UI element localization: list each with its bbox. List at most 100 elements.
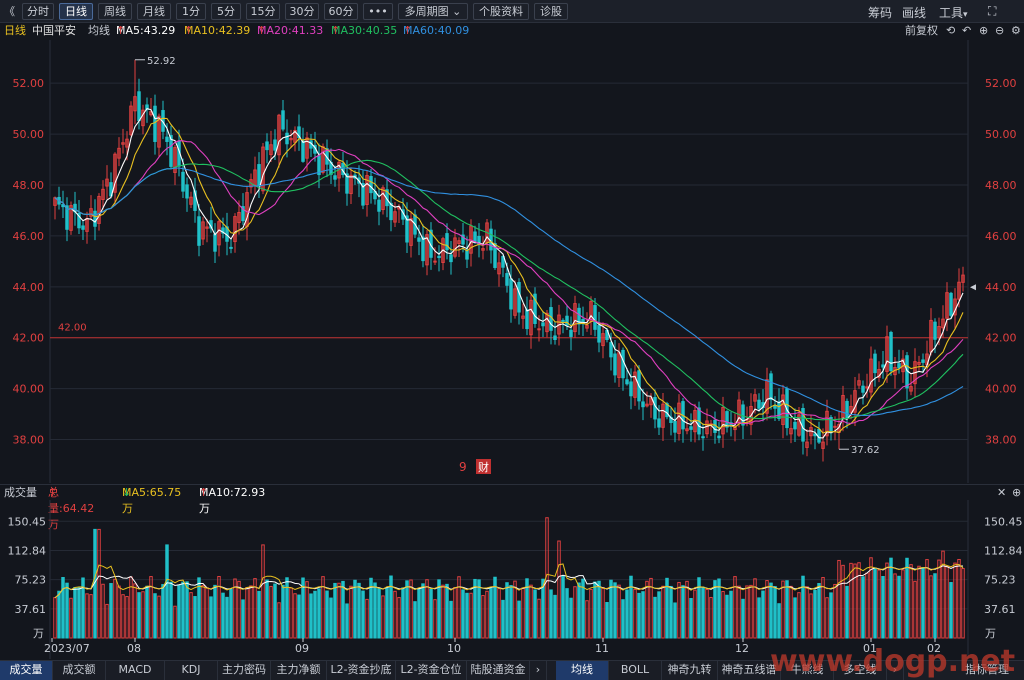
volume-bar — [717, 578, 721, 639]
candle-body — [273, 139, 277, 151]
tab-l2-position[interactable]: L2-资金仓位 — [396, 661, 467, 680]
stock-info-button[interactable]: 个股资料 — [473, 3, 529, 20]
volume-bar — [789, 585, 793, 639]
volume-bar — [465, 592, 469, 639]
candle-body — [845, 400, 849, 419]
candle-body — [541, 322, 545, 327]
volume-bar — [741, 598, 745, 639]
period-1min-button[interactable]: 1分 — [176, 3, 206, 20]
candle-body — [369, 175, 373, 194]
add-icon[interactable]: ⊕ — [1012, 485, 1021, 501]
more-periods-button[interactable]: ••• — [363, 3, 393, 20]
collapse-icon[interactable]: 《 — [4, 3, 15, 19]
multi-period-label: 多周期图 — [404, 5, 449, 18]
tab-turnover[interactable]: 成交额 — [53, 661, 106, 680]
volume-bar — [441, 584, 445, 639]
candle-body — [537, 328, 541, 331]
volume-bar — [733, 576, 737, 639]
ma-label[interactable]: 均线 — [88, 22, 110, 39]
volume-bar — [117, 585, 121, 639]
candle-body — [641, 401, 645, 408]
volume-bar — [505, 582, 509, 639]
volume-bar — [57, 590, 61, 639]
period-monthly-button[interactable]: 月线 — [137, 3, 171, 20]
period-daily-button[interactable]: 日线 — [59, 3, 93, 20]
tools-button[interactable]: 工具▾ — [939, 4, 968, 21]
candle-body — [889, 331, 893, 372]
candle-body — [597, 325, 601, 343]
volume-bar — [449, 600, 453, 639]
volume-bar — [101, 583, 105, 639]
volume-bar — [709, 596, 713, 639]
tab-l2-bottom[interactable]: L2-资金抄底 — [327, 661, 396, 680]
volume-bar — [889, 557, 893, 639]
tab-volume[interactable]: 成交量 — [0, 661, 53, 680]
x-tick-label: 2023/07 — [44, 642, 90, 655]
volume-bar — [157, 595, 161, 639]
volume-bar — [373, 582, 377, 639]
volume-bar — [269, 585, 273, 639]
volume-bar — [829, 592, 833, 639]
back-icon[interactable]: ↶ — [962, 22, 971, 39]
candle-body — [213, 233, 217, 252]
adjust-button[interactable]: 前复权 — [905, 22, 938, 39]
period-fenshi-button[interactable]: 分时 — [22, 3, 54, 20]
volume-bar — [509, 585, 513, 639]
volume-bar — [221, 592, 225, 639]
volume-bar — [209, 596, 213, 639]
volume-bar — [165, 544, 169, 639]
zoom-out-icon[interactable]: ⊖ — [995, 22, 1004, 39]
volume-bar — [85, 593, 89, 639]
volume-bar — [333, 582, 337, 639]
tab-magic-nine[interactable]: 神奇九转 — [662, 661, 718, 680]
vol-y-tick-right: 112.84 — [984, 544, 1023, 557]
candle-body — [229, 246, 233, 249]
volume-bar — [345, 603, 349, 639]
diagnose-button[interactable]: 诊股 — [534, 3, 568, 20]
volume-bar — [585, 600, 589, 639]
period-5min-button[interactable]: 5分 — [211, 3, 241, 20]
watermark: www.dogp.net — [770, 644, 1016, 679]
volume-bar — [133, 583, 137, 639]
tab-macd[interactable]: MACD — [106, 661, 165, 680]
close-icon[interactable]: ✕ — [997, 485, 1006, 501]
y-tick-left: 44.00 — [13, 281, 45, 294]
volume-chart[interactable]: 150.45 150.45 112.84 112.84 75.23 75.23 37.61 3… — [0, 500, 1024, 659]
volume-bar — [305, 581, 309, 639]
volume-bar — [721, 591, 725, 639]
draw-line-button[interactable]: 画线 — [902, 4, 926, 21]
multi-period-button[interactable]: 多周期图 ⌄ — [398, 3, 468, 20]
volume-bar — [713, 580, 717, 639]
chips-button[interactable]: 筹码 — [868, 4, 892, 21]
period-15min-button[interactable]: 15分 — [246, 3, 280, 20]
volume-bar — [817, 583, 821, 639]
volume-bar — [381, 595, 385, 639]
volume-bar — [849, 562, 853, 639]
undo-icon[interactable]: ⟲ — [946, 22, 955, 39]
period-weekly-button[interactable]: 周线 — [98, 3, 132, 20]
tab-main-code[interactable]: 主力密码 — [218, 661, 271, 680]
candlestick-chart[interactable]: 52.00 52.00 50.00 50.00 48.00 48.00 46.00 46.00… — [0, 40, 1024, 483]
candle-body — [565, 315, 569, 326]
settings-icon[interactable]: ⚙ — [1011, 22, 1021, 39]
zoom-in-icon[interactable]: ⊕ — [979, 22, 988, 39]
volume-bar — [549, 589, 553, 639]
tabs-next-icon[interactable]: › — [530, 661, 547, 680]
tab-main-net[interactable]: 主力净额 — [271, 661, 327, 680]
tab-kdj[interactable]: KDJ — [165, 661, 218, 680]
tab-northbound[interactable]: 陆股通资金 — [467, 661, 530, 680]
candle-body — [93, 210, 97, 227]
period-60min-button[interactable]: 60分 — [324, 3, 358, 20]
event-marker-p: 9 — [459, 460, 467, 474]
x-tick-label: 10 — [447, 642, 461, 655]
volume-bar — [729, 590, 733, 639]
fullscreen-icon[interactable]: ⛶ — [988, 4, 996, 19]
volume-bar — [597, 580, 601, 639]
y-tick-left: 42.00 — [13, 332, 45, 345]
tab-boll[interactable]: BOLL — [609, 661, 662, 680]
volume-bar — [881, 575, 885, 639]
period-30min-button[interactable]: 30分 — [285, 3, 319, 20]
volume-bar — [65, 582, 69, 639]
candle-body — [673, 420, 677, 433]
tab-ma[interactable]: 均线 — [556, 661, 609, 680]
